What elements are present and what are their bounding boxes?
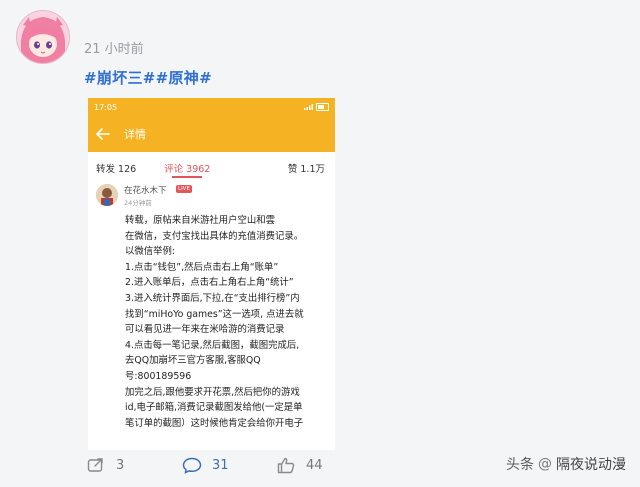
- comment-line: 笔订单的截图）这时候他肯定会给你开电子: [125, 417, 304, 429]
- status-time: 17:05: [94, 102, 118, 112]
- tab-comments[interactable]: 评论 3962: [164, 161, 211, 178]
- comment-line: id,电子邮箱,消费记录截图发给他(一定是单: [125, 402, 303, 414]
- commenter-name[interactable]: 在花水木下: [124, 184, 167, 196]
- active-tab-underline: [172, 176, 202, 178]
- watermark-account: 隔夜说动漫: [556, 457, 626, 473]
- comment-line: 找到“miHoYo games”这一选项, 点进去就: [125, 308, 304, 320]
- comment-line: 以微信举例:: [125, 246, 176, 258]
- phone-title-bar: 详情: [88, 116, 335, 152]
- repost-count: 3: [116, 457, 125, 473]
- weibo-counts-row: 转发 126 评论 3962 赞 1.1万: [88, 152, 335, 182]
- live-badge: LIVE: [176, 185, 192, 193]
- watermark-prefix: 头条: [506, 457, 534, 473]
- comment-body: 转载，原帖来自米游社用户空山和雲 在微信，支付宝找出具体的充值消费记录。 以微信…: [125, 213, 335, 431]
- comment-bubble-icon: [182, 456, 202, 474]
- commenter-avatar[interactable]: [96, 184, 118, 206]
- phone-page-title: 详情: [124, 128, 146, 141]
- comment-count: 31: [212, 457, 229, 473]
- comment-line: 加完之后,跟他要求开花票,然后把你的游戏: [125, 386, 300, 398]
- comment-line: 去QQ加崩坏三官方客服,客服QQ: [125, 355, 261, 367]
- comment-line: 在微信，支付宝找出具体的充值消费记录。: [125, 230, 304, 242]
- comment-line: 可以看见进一年来在米哈游的消费记录: [125, 324, 285, 336]
- comment-line: 号:800189596: [125, 370, 192, 382]
- status-icons: [304, 103, 329, 111]
- post-hashtags[interactable]: #崩坏三##原神#: [84, 67, 212, 88]
- user-avatar[interactable]: [16, 10, 70, 64]
- comment-time: 24分钟前: [124, 199, 152, 207]
- battery-icon: [316, 103, 329, 111]
- tab-reposts[interactable]: 转发 126: [96, 161, 136, 175]
- comment-line: 1.点击“钱包”,然后点击右上角“账单”: [125, 261, 279, 273]
- like-button[interactable]: 44: [276, 456, 323, 474]
- post-page: 21 小时前 #崩坏三##原神# 17:05 详情 转发 126 评论 3962…: [0, 0, 640, 487]
- tab-comments-label: 评论 3962: [164, 164, 211, 175]
- signal-icon: [304, 104, 313, 110]
- repost-button[interactable]: 3: [86, 456, 124, 474]
- thumbs-up-icon: [276, 456, 296, 474]
- comment-line: 转载，原帖来自米游社用户空山和雲: [125, 215, 276, 226]
- source-watermark: 头条 @ 隔夜说动漫: [506, 454, 626, 474]
- comment-line: 2.进入账单后，点击右上角右上角“统计”: [125, 277, 294, 289]
- tab-likes[interactable]: 赞 1.1万: [288, 161, 325, 175]
- repost-icon: [86, 456, 106, 474]
- comment-line: 4.点击每一笔记录,然后截图，截图完成后,: [125, 339, 300, 351]
- phone-status-bar: 17:05: [88, 98, 335, 116]
- watermark-at: @: [538, 456, 552, 472]
- back-arrow-icon[interactable]: [94, 125, 112, 143]
- post-timestamp: 21 小时前: [84, 42, 144, 57]
- comment-line: 3.进入统计界面后,下拉,在“支出排行榜”内: [125, 292, 300, 304]
- like-count: 44: [306, 457, 323, 473]
- comment-button[interactable]: 31: [182, 456, 229, 474]
